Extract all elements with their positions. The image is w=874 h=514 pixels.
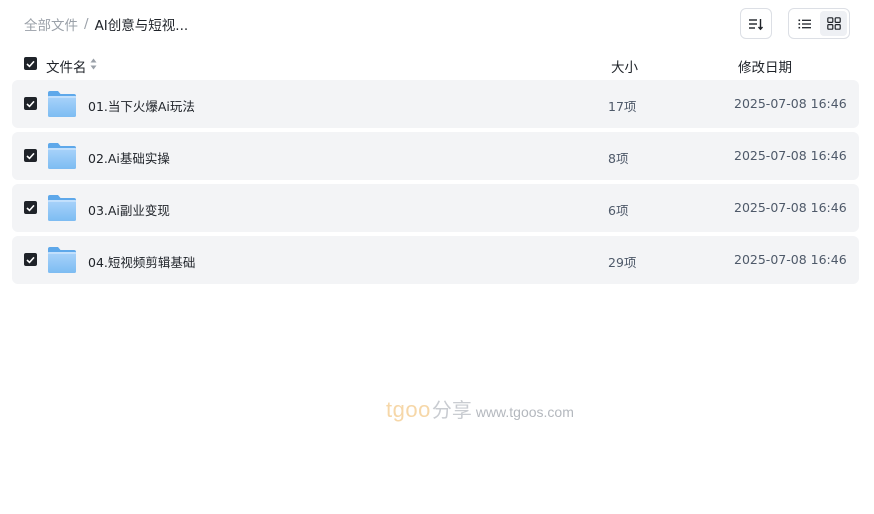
table-row[interactable]: 02.Ai基础实操 8项 2025-07-08 16:46 — [12, 132, 859, 180]
breadcrumb-root-link[interactable]: 全部文件 — [24, 14, 78, 34]
checkmark-icon — [26, 204, 35, 212]
folder-name[interactable]: 01.当下火爆Ai玩法 — [88, 96, 195, 115]
list-view-icon — [798, 19, 811, 28]
folder-name[interactable]: 03.Ai副业变现 — [88, 200, 170, 219]
item-count: 6项 — [608, 203, 629, 218]
grid-view-icon — [826, 17, 841, 30]
breadcrumb: 全部文件 / AI创意与短视... — [24, 14, 188, 34]
checkmark-icon — [26, 100, 35, 108]
folder-name[interactable]: 04.短视频剪辑基础 — [88, 252, 195, 271]
column-header-size[interactable]: 大小 — [611, 56, 638, 76]
file-list-header: 文件名 大小 修改日期 — [12, 50, 859, 78]
folder-icon — [48, 91, 76, 117]
list-view-button[interactable] — [791, 11, 818, 36]
table-row[interactable]: 01.当下火爆Ai玩法 17项 2025-07-08 16:46 — [12, 80, 859, 128]
sort-arrows-icon[interactable] — [90, 58, 97, 70]
table-row[interactable]: 04.短视频剪辑基础 29项 2025-07-08 16:46 — [12, 236, 859, 284]
modified-date: 2025-07-08 16:46 — [734, 252, 847, 267]
watermark-url: www.tgoos.com — [475, 404, 574, 420]
modified-date: 2025-07-08 16:46 — [734, 96, 847, 111]
item-count: 17项 — [608, 99, 637, 114]
watermark-share: 分享 — [431, 398, 472, 422]
watermark: tgoo 分享 www.tgoos.com — [386, 394, 574, 423]
row-checkbox[interactable] — [24, 149, 37, 162]
item-count: 29项 — [608, 255, 637, 270]
checkmark-icon — [26, 152, 35, 160]
table-row[interactable]: 03.Ai副业变现 6项 2025-07-08 16:46 — [12, 184, 859, 232]
checkmark-icon — [26, 60, 35, 68]
checkmark-icon — [26, 256, 35, 264]
row-checkbox[interactable] — [24, 201, 37, 214]
modified-date: 2025-07-08 16:46 — [734, 148, 847, 163]
folder-name[interactable]: 02.Ai基础实操 — [88, 148, 170, 167]
modified-date: 2025-07-08 16:46 — [734, 200, 847, 215]
column-header-name[interactable]: 文件名 — [46, 56, 87, 76]
column-header-date[interactable]: 修改日期 — [738, 56, 792, 76]
watermark-brand: tgoo — [386, 397, 431, 422]
grid-view-button[interactable] — [820, 11, 847, 36]
sort-button[interactable] — [740, 8, 772, 39]
row-checkbox[interactable] — [24, 253, 37, 266]
breadcrumb-separator: / — [84, 16, 89, 32]
folder-icon — [48, 143, 76, 169]
item-count: 8项 — [608, 151, 629, 166]
folder-icon — [48, 195, 76, 221]
select-all-checkbox[interactable] — [24, 57, 37, 70]
sort-lines-icon — [749, 18, 764, 30]
row-checkbox[interactable] — [24, 97, 37, 110]
folder-icon — [48, 247, 76, 273]
breadcrumb-current: AI创意与短视... — [94, 18, 189, 34]
view-toggle — [788, 8, 850, 39]
